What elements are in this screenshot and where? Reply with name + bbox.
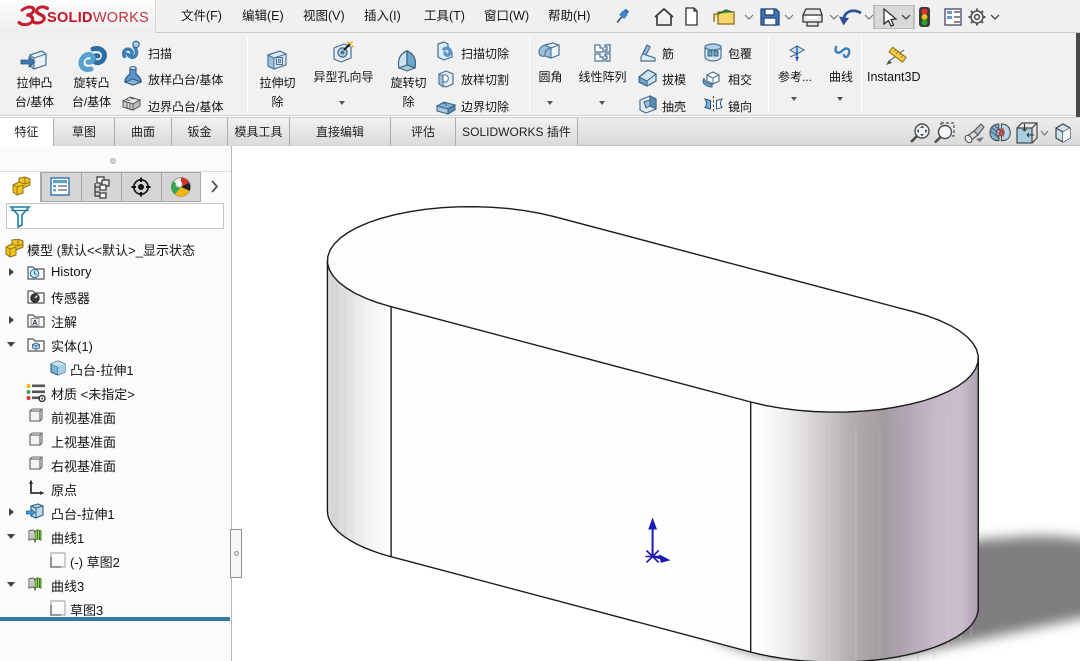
svg-text:A: A <box>32 318 38 327</box>
svg-text:SOLIDWORKS: SOLIDWORKS <box>47 10 149 26</box>
